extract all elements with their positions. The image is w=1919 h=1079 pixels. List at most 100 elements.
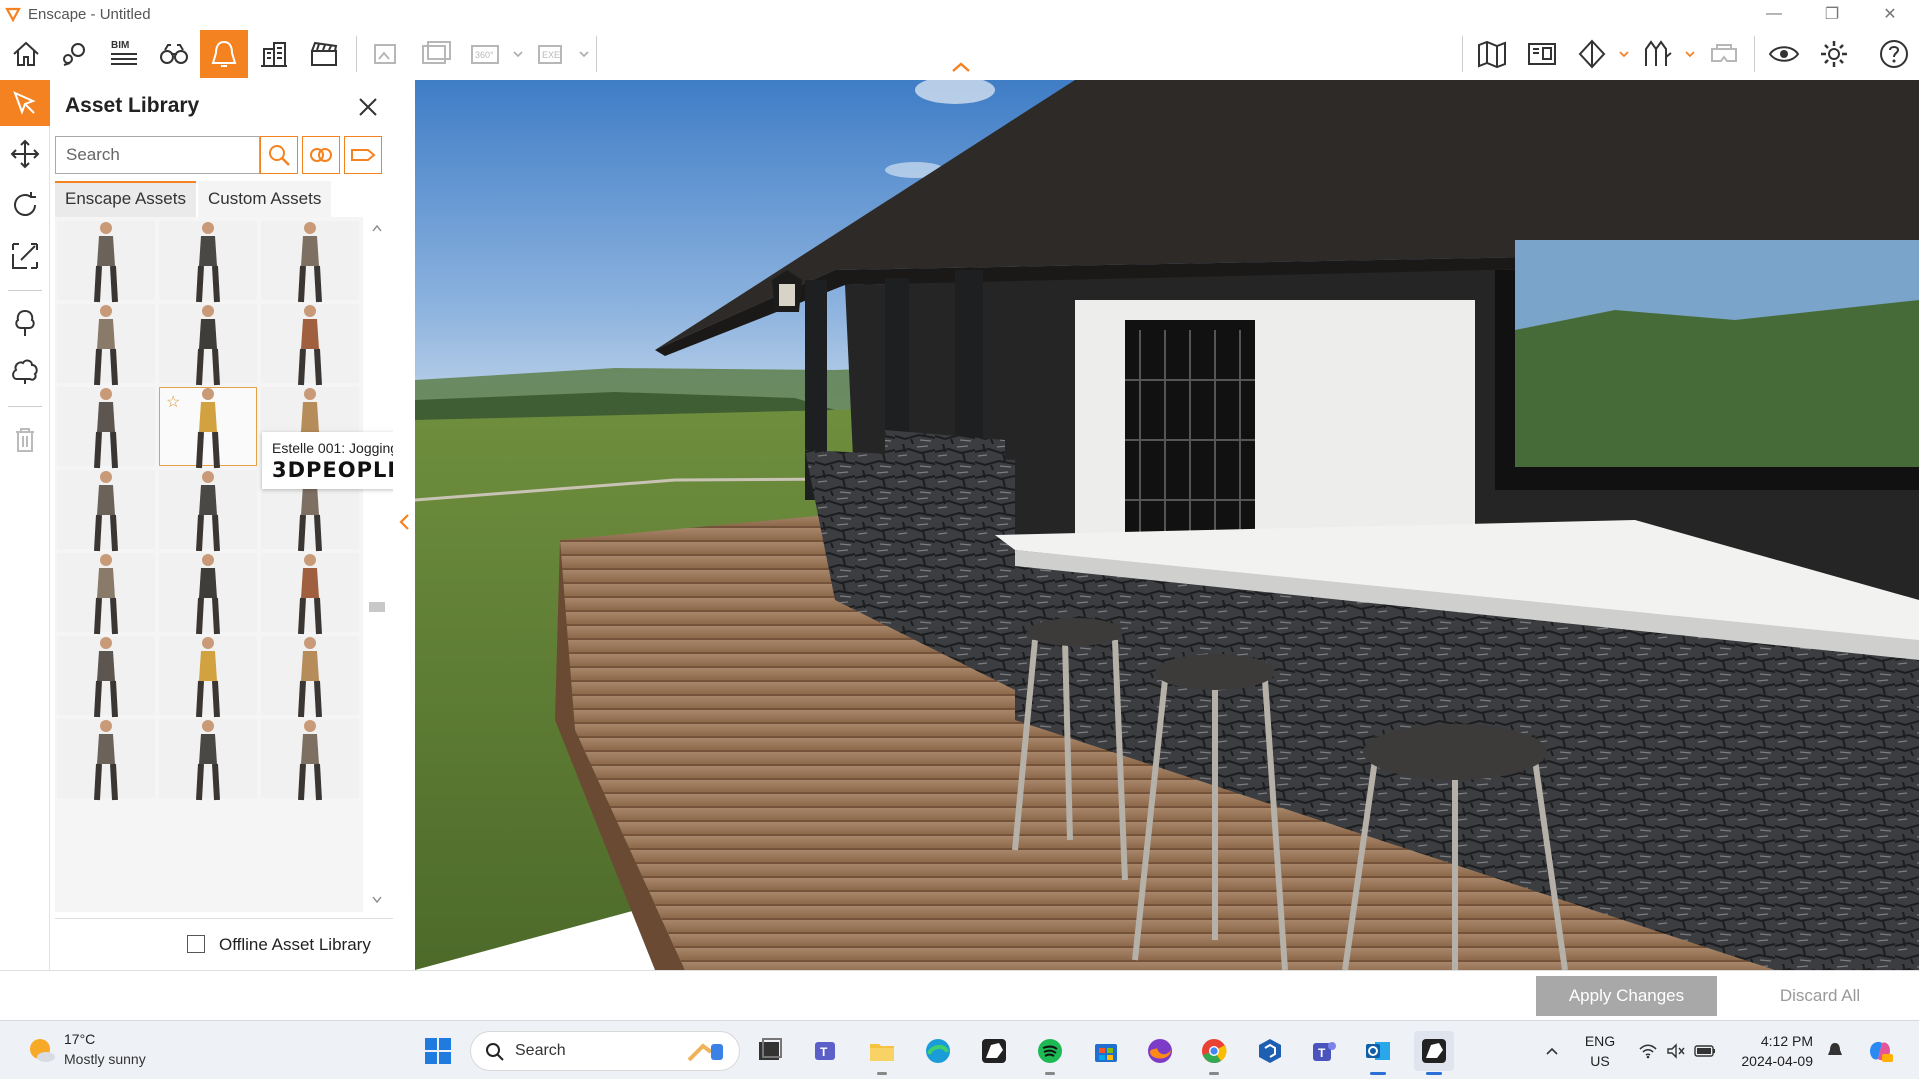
asset-thumbnail[interactable] <box>159 470 257 551</box>
asset-thumbnail[interactable] <box>57 636 155 717</box>
rhino-active-icon[interactable] <box>1414 1031 1454 1075</box>
store-icon[interactable] <box>1086 1031 1126 1071</box>
favorite-star-icon[interactable]: ☆ <box>166 392 180 412</box>
tab-enscape-assets[interactable]: Enscape Assets <box>55 181 196 217</box>
asset-thumbnail[interactable] <box>261 553 359 634</box>
taskbar-clock[interactable]: 4:12 PM 2024-04-09 <box>1725 1031 1813 1071</box>
render-image-icon[interactable] <box>412 30 460 78</box>
apply-changes-button[interactable]: Apply Changes <box>1536 976 1717 1016</box>
teams-icon[interactable]: T <box>1304 1031 1344 1071</box>
asset-thumbnail[interactable] <box>159 553 257 634</box>
asset-thumbnail[interactable] <box>261 636 359 717</box>
tree-outline-icon[interactable] <box>0 300 50 346</box>
buildings-icon[interactable] <box>250 30 298 78</box>
asset-thumbnail[interactable] <box>57 387 155 468</box>
asset-thumbnail[interactable] <box>159 636 257 717</box>
asset-thumbnail[interactable] <box>57 553 155 634</box>
task-view-icon[interactable] <box>750 1031 790 1071</box>
taskbar-search[interactable]: Search <box>470 1031 740 1071</box>
scroll-up-icon[interactable] <box>371 223 383 233</box>
section-icon[interactable] <box>1568 30 1616 78</box>
action-bar: Apply Changes Discard All <box>0 970 1919 1020</box>
move-icon[interactable] <box>0 131 50 177</box>
battery-icon[interactable] <box>1692 1031 1718 1071</box>
batch-render-icon[interactable] <box>362 30 410 78</box>
favorites-filter-icon[interactable] <box>302 136 340 174</box>
select-cursor-icon[interactable] <box>0 80 50 126</box>
export-exe-icon[interactable]: EXE <box>528 30 576 78</box>
asset-thumbnail[interactable] <box>261 719 359 800</box>
search-icon[interactable] <box>260 136 298 174</box>
person-figure-icon <box>196 553 220 634</box>
tray-chevron-up-icon[interactable] <box>1540 1031 1564 1071</box>
chevron-down-icon[interactable] <box>512 48 524 60</box>
file-explorer-icon[interactable] <box>862 1031 902 1075</box>
video-editor-icon[interactable] <box>300 30 348 78</box>
render-viewport[interactable] <box>415 80 1919 970</box>
firefox-icon[interactable] <box>1140 1031 1180 1071</box>
asset-thumbnail[interactable] <box>57 221 155 302</box>
scale-icon[interactable] <box>0 233 50 279</box>
panorama-360-icon[interactable]: 360° <box>462 30 510 78</box>
tag-filter-icon[interactable] <box>344 136 382 174</box>
asset-thumbnail[interactable] <box>57 719 155 800</box>
copilot-icon[interactable] <box>1862 1031 1898 1071</box>
chrome-icon[interactable] <box>1194 1031 1234 1075</box>
restore-icon[interactable]: ❐ <box>1803 0 1861 28</box>
views-icon[interactable] <box>51 30 99 78</box>
outlook-icon[interactable] <box>1358 1031 1398 1075</box>
chevron-down-icon[interactable] <box>1684 48 1696 60</box>
edge-browser-icon[interactable] <box>918 1031 958 1071</box>
asset-thumbnail[interactable] <box>159 719 257 800</box>
scroll-down-icon[interactable] <box>371 895 383 905</box>
visual-settings-icon[interactable] <box>1634 30 1682 78</box>
asset-thumbnail[interactable] <box>159 304 257 385</box>
language-indicator[interactable]: ENG US <box>1580 1031 1620 1071</box>
eye-preview-icon[interactable] <box>1760 30 1808 78</box>
person-figure-icon <box>196 636 220 717</box>
rhino-app-icon[interactable] <box>974 1031 1014 1071</box>
asset-thumbnail[interactable] <box>261 221 359 302</box>
close-icon[interactable] <box>351 90 385 124</box>
spotify-icon[interactable] <box>1030 1031 1070 1075</box>
sketchup-icon[interactable] <box>1250 1031 1290 1071</box>
asset-thumbnail[interactable]: ☆ <box>159 387 257 468</box>
home-icon[interactable] <box>2 30 50 78</box>
teams-chat-icon[interactable]: T <box>806 1031 846 1071</box>
wifi-icon[interactable] <box>1636 1031 1660 1071</box>
help-icon[interactable] <box>1870 30 1918 78</box>
shrub-icon[interactable] <box>0 348 50 394</box>
discard-all-button[interactable]: Discard All <box>1730 976 1910 1016</box>
asset-thumbnail[interactable] <box>261 304 359 385</box>
bim-icon[interactable]: BIM <box>100 30 148 78</box>
asset-scrollbar[interactable] <box>363 217 391 912</box>
search-icon <box>486 1043 504 1061</box>
close-window-icon[interactable]: ✕ <box>1861 0 1919 28</box>
windows-start-icon[interactable] <box>418 1031 458 1071</box>
notification-bell-icon[interactable] <box>1822 1031 1848 1071</box>
weather-temp: 17°C <box>64 1031 96 1047</box>
collapse-panel-chevron-icon[interactable] <box>397 512 411 532</box>
rotate-icon[interactable] <box>0 182 50 228</box>
map-icon[interactable] <box>1468 30 1516 78</box>
volume-muted-icon[interactable] <box>1664 1031 1688 1071</box>
asset-thumbnail[interactable] <box>159 221 257 302</box>
scroll-thumb[interactable] <box>369 602 385 612</box>
tab-custom-assets[interactable]: Custom Assets <box>197 181 332 217</box>
offline-library-checkbox[interactable] <box>187 935 205 953</box>
asset-thumbnail[interactable] <box>57 304 155 385</box>
chevron-down-icon[interactable] <box>1618 48 1630 60</box>
trash-icon[interactable] <box>0 416 50 462</box>
binoculars-icon[interactable] <box>150 30 198 78</box>
screenshot-gallery-icon[interactable] <box>1518 30 1566 78</box>
collapse-toolbar-chevron-icon[interactable] <box>950 60 972 74</box>
asset-library-icon[interactable] <box>200 30 248 78</box>
search-input[interactable] <box>55 136 260 174</box>
weather-widget[interactable]: 17°C Mostly sunny <box>24 1031 184 1071</box>
gear-icon[interactable] <box>1810 30 1858 78</box>
minimize-icon[interactable]: — <box>1745 0 1803 28</box>
asset-thumbnail[interactable] <box>57 470 155 551</box>
person-figure-icon <box>196 304 220 385</box>
vr-headset-icon[interactable] <box>1700 30 1748 78</box>
chevron-down-icon[interactable] <box>578 48 590 60</box>
